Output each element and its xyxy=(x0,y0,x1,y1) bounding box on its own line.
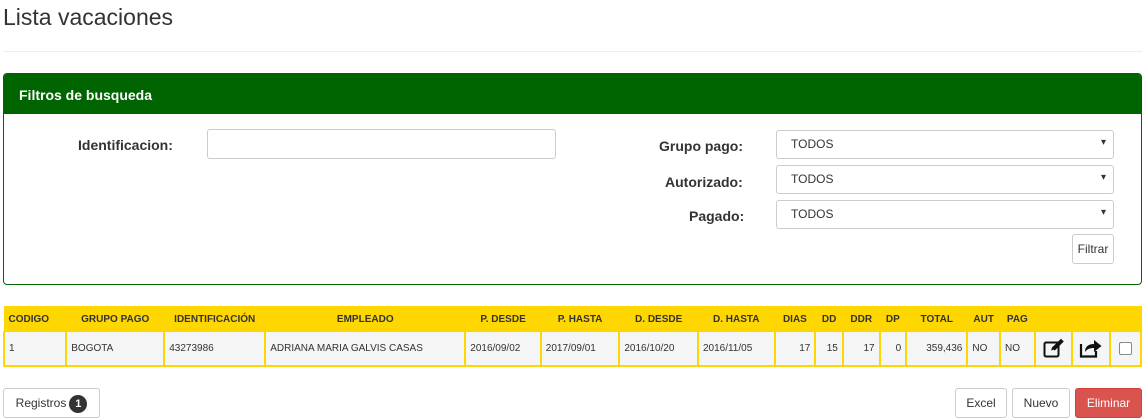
pagado-select[interactable]: TODOS ▾ xyxy=(776,200,1114,229)
col-d-desde[interactable]: D. DESDE xyxy=(618,306,699,332)
cell-ddr: 17 xyxy=(841,331,881,367)
excel-button[interactable]: Excel xyxy=(955,388,1007,418)
cell-d-desde: 2016/10/20 xyxy=(618,331,699,367)
chevron-down-icon: ▾ xyxy=(1100,137,1106,148)
col-aut[interactable]: AUT xyxy=(966,306,1001,332)
col-share xyxy=(1071,306,1111,332)
col-edit xyxy=(1034,306,1073,332)
share-icon[interactable] xyxy=(1079,338,1103,358)
chevron-down-icon: ▾ xyxy=(1100,207,1106,218)
table-header-row: CODIGO GRUPO PAGO IDENTIFICACIÓN EMPLEAD… xyxy=(3,306,1142,332)
autorizado-value: TODOS xyxy=(791,172,834,186)
cell-edit xyxy=(1033,331,1074,367)
col-empleado[interactable]: EMPLEADO xyxy=(264,306,466,332)
col-p-desde[interactable]: P. DESDE xyxy=(464,306,542,332)
filtrar-button[interactable]: Filtrar xyxy=(1072,234,1114,264)
cell-grupo-pago: BOGOTA xyxy=(65,331,166,367)
col-dd[interactable]: DD xyxy=(814,306,844,332)
col-ddr[interactable]: DDR xyxy=(842,306,881,332)
grupo-pago-label: Grupo pago: xyxy=(659,138,743,154)
page-title: Lista vacaciones xyxy=(3,4,174,30)
chevron-down-icon: ▾ xyxy=(1100,172,1106,183)
cell-share xyxy=(1071,331,1112,367)
col-pag[interactable]: PAG xyxy=(999,306,1036,332)
cell-aut: NO xyxy=(966,331,1002,367)
nuevo-button[interactable]: Nuevo xyxy=(1012,388,1070,418)
table-row[interactable]: 1 BOGOTA 43273986 ADRIANA MARIA GALVIS C… xyxy=(2,331,1142,367)
filters-heading: Filtros de busqueda xyxy=(4,74,1141,114)
cell-codigo: 1 xyxy=(2,331,68,367)
col-d-hasta[interactable]: D. HASTA xyxy=(697,306,775,332)
filters-panel: Filtros de busqueda Identificacion: Grup… xyxy=(3,73,1142,285)
cell-p-desde: 2016/09/02 xyxy=(464,331,542,367)
title-divider xyxy=(3,51,1142,52)
cell-dd: 15 xyxy=(814,331,844,367)
col-codigo[interactable]: CODIGO xyxy=(3,306,67,332)
col-identificacion[interactable]: IDENTIFICACIÓN xyxy=(163,306,266,332)
cell-d-hasta: 2016/11/05 xyxy=(696,331,776,367)
registros-button[interactable]: Registros 1 xyxy=(3,388,100,418)
cell-total: 359,436 xyxy=(905,331,969,367)
registros-label: Registros xyxy=(15,396,67,410)
grupo-pago-select[interactable]: TODOS ▾ xyxy=(776,130,1114,159)
eliminar-button[interactable]: Eliminar xyxy=(1075,388,1142,418)
col-total[interactable]: TOTAL xyxy=(905,306,968,332)
row-checkbox[interactable] xyxy=(1119,341,1133,355)
identificacion-input[interactable] xyxy=(207,129,556,159)
identificacion-label: Identificacion: xyxy=(78,137,173,153)
autorizado-label: Autorizado: xyxy=(665,174,743,190)
pagado-label: Pagado: xyxy=(689,208,745,224)
registros-count-badge: 1 xyxy=(69,394,88,413)
edit-icon[interactable] xyxy=(1043,338,1065,358)
col-grupo-pago[interactable]: GRUPO PAGO xyxy=(65,306,165,332)
cell-pag: NO xyxy=(999,331,1036,367)
col-p-hasta[interactable]: P. HASTA xyxy=(540,306,620,332)
cell-identificacion: 43273986 xyxy=(163,331,267,367)
pagado-value: TODOS xyxy=(791,207,834,221)
autorizado-select[interactable]: TODOS ▾ xyxy=(776,165,1114,194)
col-dp[interactable]: DP xyxy=(879,306,907,332)
grupo-pago-value: TODOS xyxy=(791,137,834,151)
col-select xyxy=(1109,306,1142,332)
col-dias[interactable]: DIAS xyxy=(774,306,816,332)
cell-select xyxy=(1109,331,1142,367)
vacaciones-table: CODIGO GRUPO PAGO IDENTIFICACIÓN EMPLEAD… xyxy=(2,306,1142,367)
cell-dias: 17 xyxy=(773,331,817,367)
cell-empleado: ADRIANA MARIA GALVIS CASAS xyxy=(264,331,467,367)
cell-dp: 0 xyxy=(878,331,908,367)
cell-p-hasta: 2017/09/01 xyxy=(539,331,621,367)
